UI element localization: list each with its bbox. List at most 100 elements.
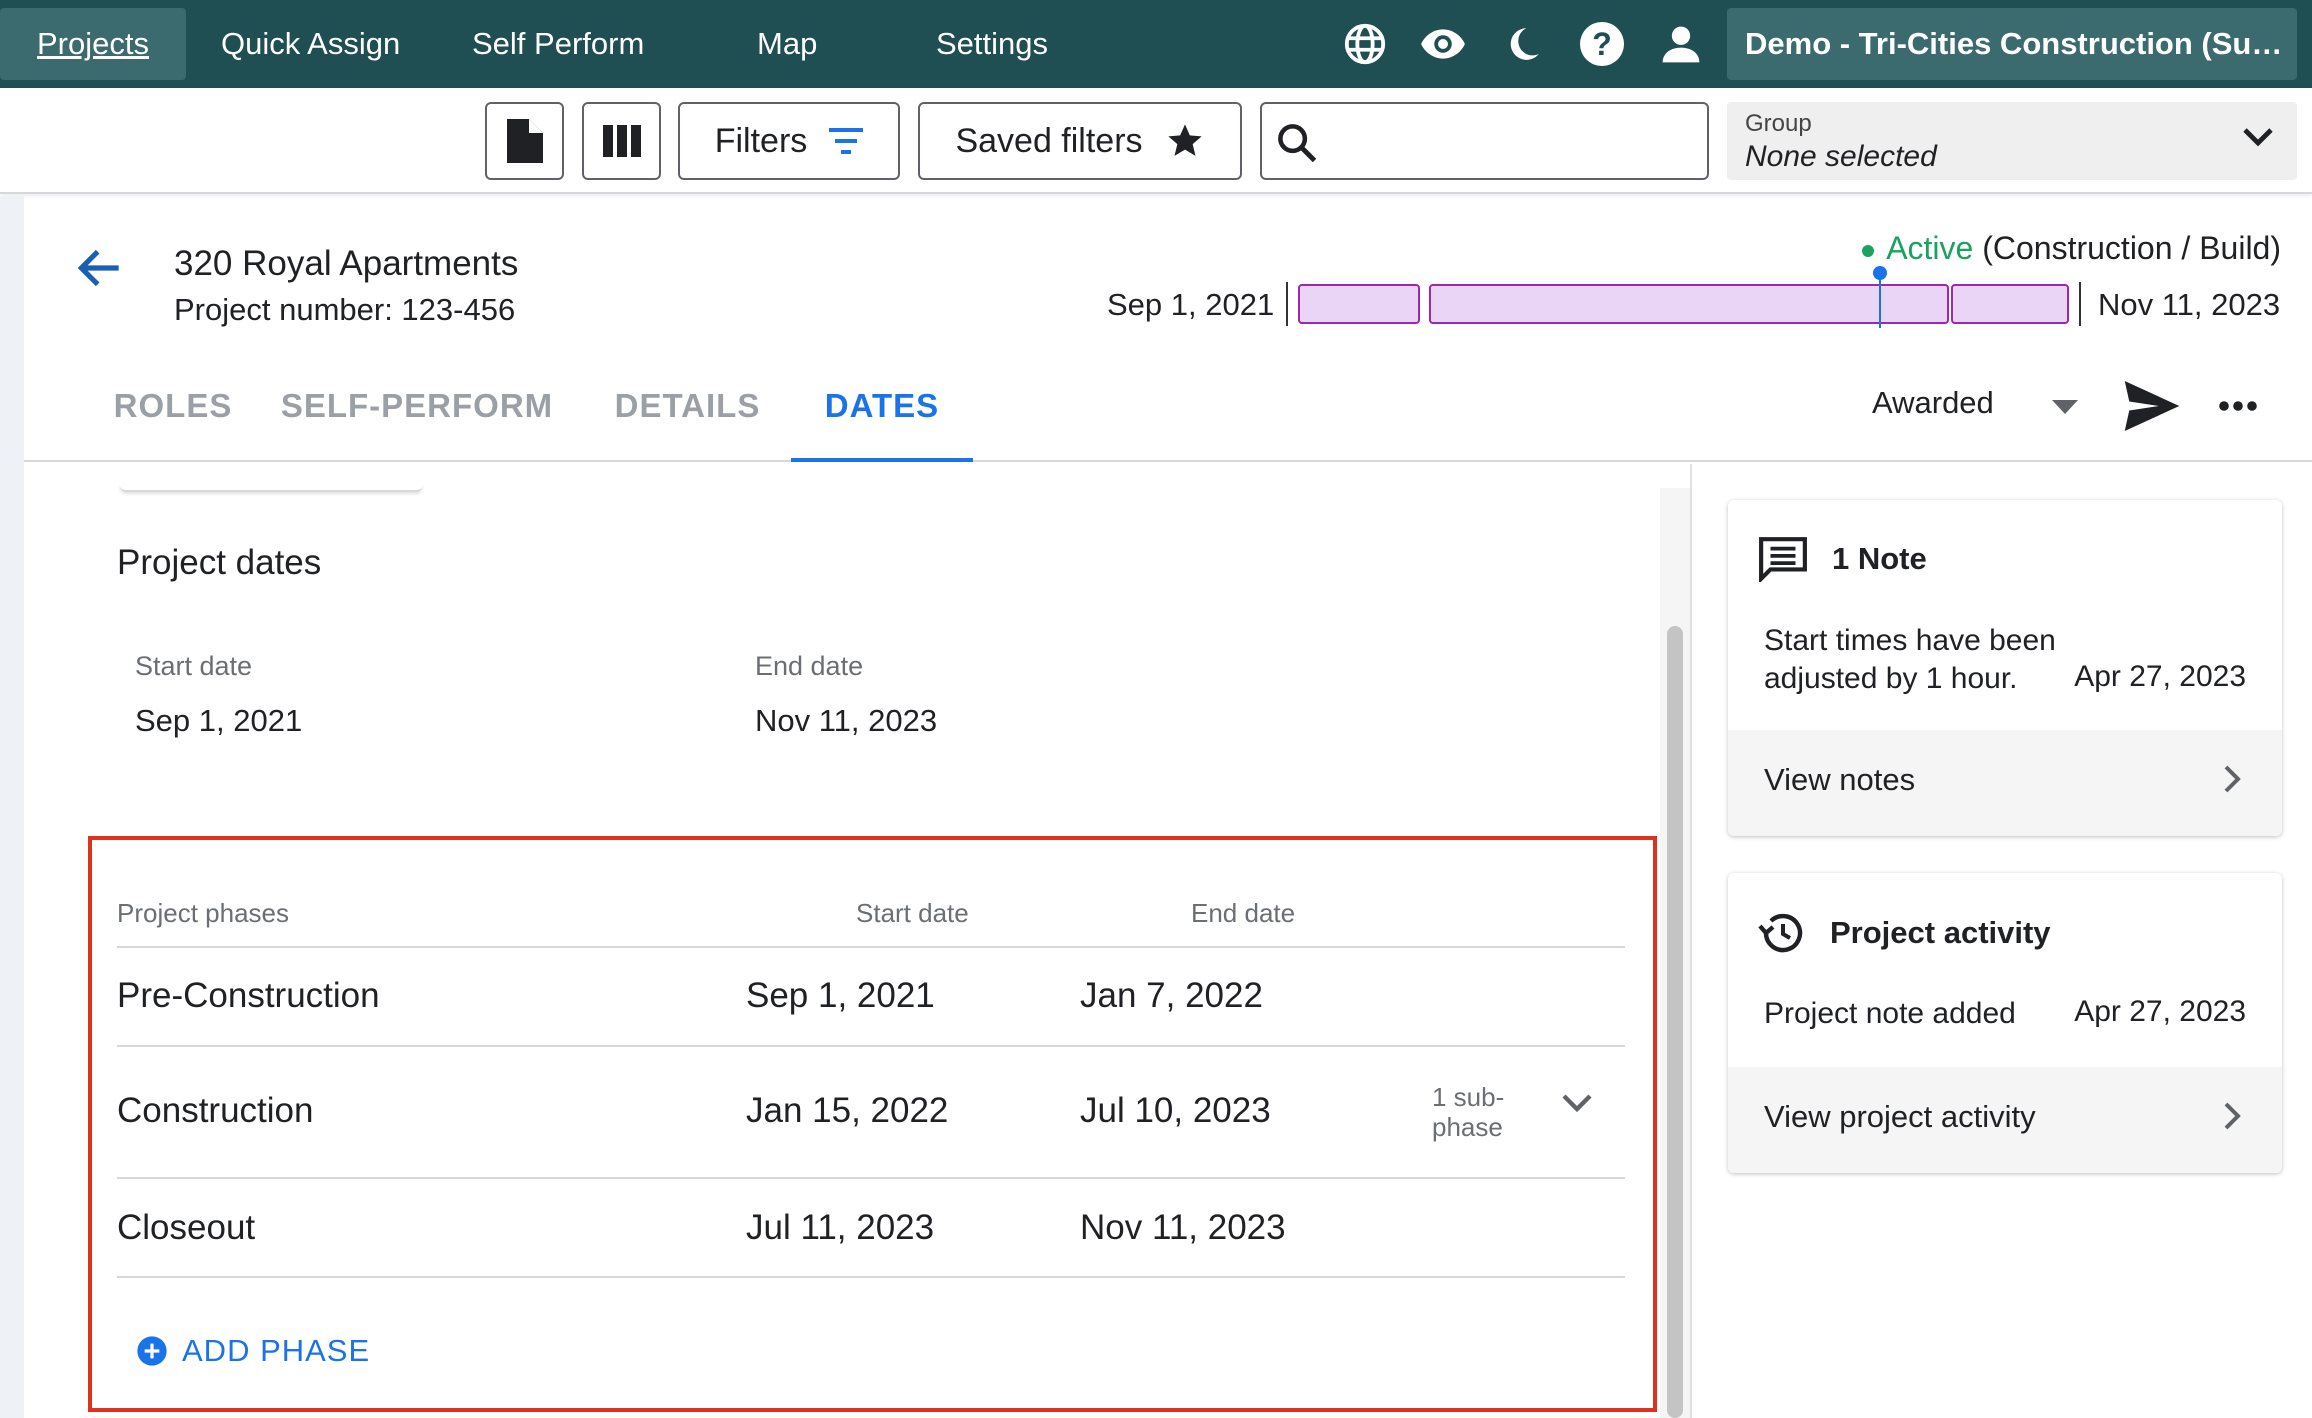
stage-dropdown-icon[interactable] [2052,400,2078,419]
send-icon[interactable] [2124,381,2180,436]
tab-dates[interactable]: DATES [791,370,973,462]
timeline-today-dot [1873,266,1887,280]
panel-divider [1690,464,1692,1418]
nav-self-perform[interactable]: Self Perform [472,0,644,88]
timeline-end-marker [2079,282,2081,326]
activity-card: Project activity Project note added Apr … [1728,873,2282,1173]
columns-button[interactable] [582,102,661,180]
phases-divider [117,1276,1625,1278]
phase-name: Closeout [117,1208,256,1247]
stage-select[interactable]: Awarded [1872,385,1994,421]
timeline-phase-construction[interactable] [1429,284,1949,324]
timeline-end-date: Nov 11, 2023 [2098,287,2281,322]
timeline-phase-closeout[interactable] [1951,284,2069,324]
search-field[interactable] [1260,102,1709,180]
expand-chevron-icon[interactable] [1562,1094,1592,1119]
search-input[interactable] [1330,114,1690,168]
account-icon[interactable] [1655,18,1707,70]
start-date-label: Start date [135,651,253,681]
status-detail-label: (Construction / Build) [1973,230,2281,266]
phases-header-name: Project phases [117,898,289,928]
add-phase-button[interactable]: ADD PHASE [136,1333,370,1369]
phases-header-end: End date [1191,898,1296,928]
top-navigation-bar: Projects Quick Assign Self Perform Map S… [0,0,2312,88]
phase-name: Pre-Construction [117,976,380,1015]
search-icon [1278,124,1317,163]
view-notes-link[interactable]: View notes [1728,730,2282,836]
status-active-label: Active [1886,230,1974,266]
back-arrow-icon[interactable] [72,240,128,296]
phase-end-date[interactable]: Jan 7, 2022 [1080,976,1263,1016]
notes-card: 1 Note Start times have been adjusted by… [1728,500,2282,836]
project-title: 320 Royal Apartments [174,244,519,283]
filters-button[interactable]: Filters [678,102,900,180]
scrollbar-thumb[interactable] [1667,626,1683,1418]
filters-label: Filters [714,121,808,160]
project-timeline [1286,266,2081,330]
left-gutter [0,196,24,1418]
history-icon [1758,913,1803,953]
nav-map[interactable]: Map [757,0,817,88]
tab-self-perform[interactable]: SELF-PERFORM [277,370,557,462]
phase-end-date[interactable]: Nov 11, 2023 [1080,1208,1286,1248]
chevron-down-icon [2243,128,2273,147]
activity-card-title: Project activity [1830,915,2051,950]
chevron-right-icon [2224,765,2241,793]
phase-start-date[interactable]: Jan 15, 2022 [746,1091,948,1131]
toolbar: Filters Saved filters Group None selecte… [0,88,2312,194]
nav-projects[interactable]: Projects [0,8,186,80]
add-circle-icon [137,1336,167,1366]
end-date-value[interactable]: Nov 11, 2023 [755,703,937,739]
phases-header-start: Start date [856,898,969,928]
moon-icon[interactable] [1497,18,1549,70]
document-icon [506,119,543,163]
nav-quick-assign[interactable]: Quick Assign [221,0,400,88]
view-activity-label: View project activity [1764,1099,2036,1134]
more-options-icon[interactable] [2218,390,2258,427]
filter-icon [829,128,864,154]
phase-start-date[interactable]: Jul 11, 2023 [746,1208,934,1248]
project-dates-title: Project dates [117,543,322,582]
notes-card-header: 1 Note [1758,536,1927,582]
saved-filters-button[interactable]: Saved filters [918,102,1242,180]
eye-icon[interactable] [1417,18,1469,70]
organization-selector[interactable]: Demo - Tri-Cities Construction (Su… [1727,8,2297,80]
svg-text:?: ? [1592,26,1612,62]
document-button[interactable] [485,102,564,180]
tab-roles[interactable]: ROLES [95,370,251,462]
view-activity-link[interactable]: View project activity [1728,1067,2282,1173]
phases-divider [117,1177,1625,1179]
status-dot-icon [1862,244,1875,257]
start-date-value[interactable]: Sep 1, 2021 [135,703,302,739]
activity-text: Project note added [1764,997,2016,1030]
note-date: Apr 27, 2023 [2074,660,2246,693]
activity-card-header: Project activity [1758,909,2051,957]
view-notes-label: View notes [1764,762,1916,797]
timeline-start-marker [1286,282,1288,326]
chevron-right-icon [2224,1102,2241,1130]
activity-date: Apr 27, 2023 [2074,995,2246,1028]
project-status: Active (Construction / Build) [1862,230,2281,267]
note-text: Start times have been adjusted by 1 hour… [1764,624,2056,695]
help-icon[interactable]: ? [1576,18,1628,70]
star-icon [1167,124,1202,156]
phase-start-date[interactable]: Sep 1, 2021 [746,976,935,1016]
timeline-phase-pre-construction[interactable] [1298,284,1420,324]
phase-end-date[interactable]: Jul 10, 2023 [1080,1091,1271,1131]
group-label: Group [1745,110,1812,137]
nav-settings[interactable]: Settings [936,0,1048,88]
end-date-label: End date [755,651,864,681]
group-select[interactable]: Group None selected [1727,102,2297,180]
comment-icon [1759,537,1807,582]
timeline-start-date: Sep 1, 2021 [1107,287,1275,322]
phases-divider [117,1045,1625,1047]
columns-icon [602,125,641,157]
collapsed-section-edge [120,484,422,492]
add-phase-label: ADD PHASE [182,1333,371,1368]
timeline-today-marker [1879,272,1881,328]
phase-name: Construction [117,1091,314,1130]
project-number: Project number: 123-456 [174,292,516,327]
sub-phase-count: 1 sub-phase [1432,1082,1505,1142]
globe-icon[interactable] [1339,18,1391,70]
tab-details[interactable]: DETAILS [607,370,768,462]
